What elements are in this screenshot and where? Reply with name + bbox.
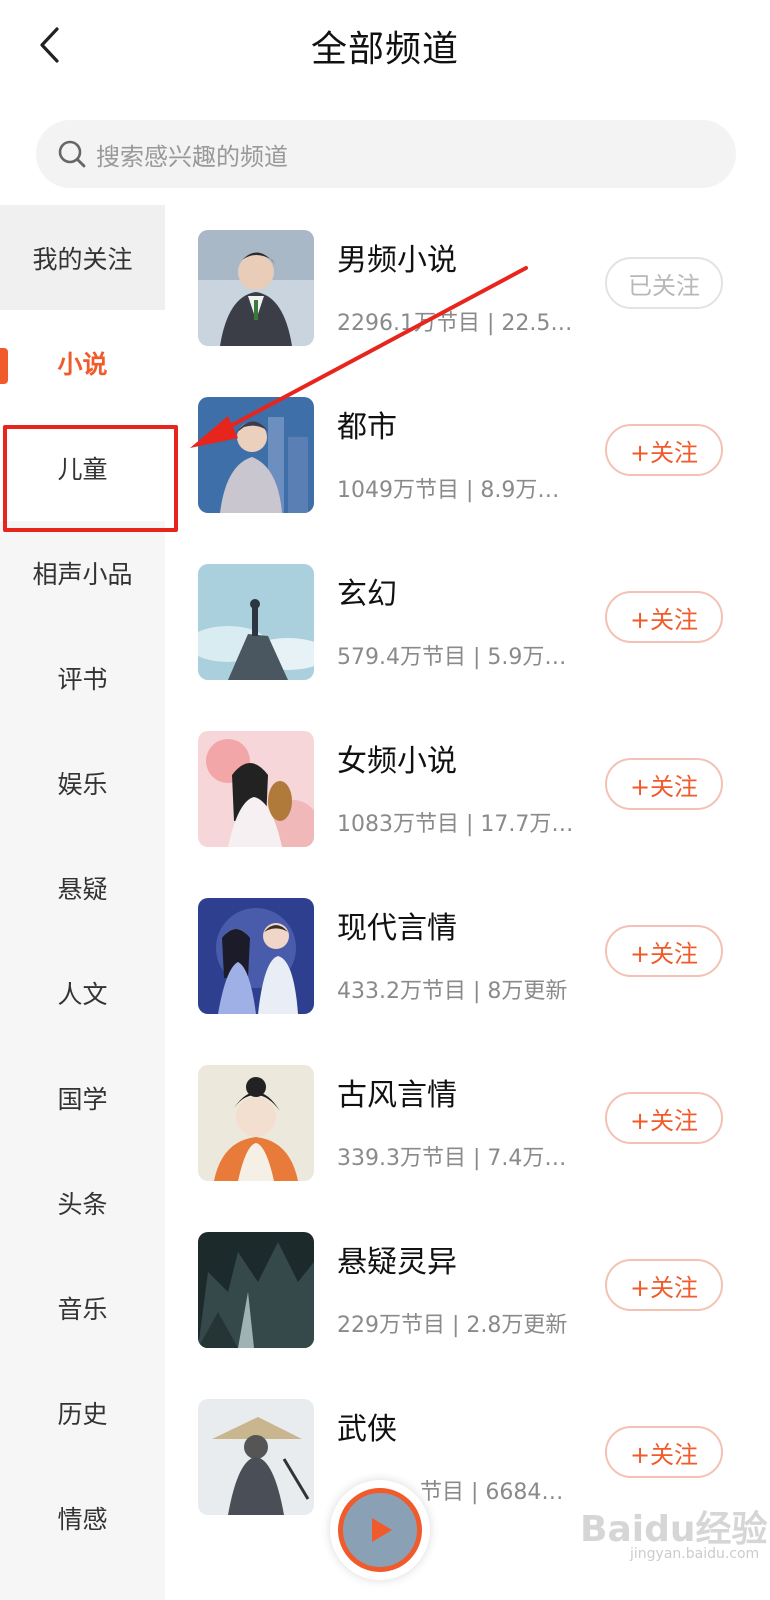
watermark-logo: Baidu经验 <box>580 1509 768 1550</box>
sidebar-item-label: 娱乐 <box>57 770 108 799</box>
sidebar-item-label: 头条 <box>57 1190 108 1219</box>
sidebar-item-label: 历史 <box>57 1400 108 1429</box>
category-sidebar: 我的关注 小说 儿童 相声小品 评书 娱乐 悬疑 人文 国学 头条 音乐 历史 … <box>0 205 165 1600</box>
channel-cover <box>198 1399 314 1515</box>
channel-row[interactable]: 现代言情 433.2万节目 | 8万更新 +关注 <box>165 873 770 1040</box>
annotation-arrow-icon <box>190 266 528 448</box>
sidebar-item-humanities[interactable]: 人文 <box>0 940 165 1046</box>
followed-button[interactable]: 已关注 <box>605 257 723 309</box>
channel-meta: 579.4万节目 | 5.9万… <box>337 645 567 670</box>
channel-row[interactable]: 玄幻 579.4万节目 | 5.9万… +关注 <box>165 539 770 706</box>
sidebar-item-label: 相声小品 <box>32 560 133 589</box>
sidebar-item-label: 评书 <box>57 665 108 694</box>
channel-row[interactable]: 古风言情 339.3万节目 | 7.4万… +关注 <box>165 1040 770 1207</box>
channel-row[interactable]: 悬疑灵异 229万节目 | 2.8万更新 +关注 <box>165 1207 770 1374</box>
sidebar-item-label: 小说 <box>57 350 108 379</box>
follow-button[interactable]: +关注 <box>605 1259 723 1311</box>
sidebar-item-crosstalk[interactable]: 相声小品 <box>0 520 165 626</box>
sidebar-item-label: 情感 <box>57 1505 108 1534</box>
channel-cover <box>198 731 314 847</box>
channel-cover <box>198 564 314 680</box>
play-icon <box>372 1518 392 1542</box>
sidebar-item-label: 我的关注 <box>32 245 133 274</box>
channel-meta: 229万节目 | 2.8万更新 <box>337 1313 568 1338</box>
channel-name: 玄幻 <box>337 577 397 612</box>
sidebar-item-label: 悬疑 <box>57 875 108 904</box>
sidebar-item-my-follow[interactable]: 我的关注 <box>0 205 165 311</box>
sidebar-item-label: 人文 <box>57 980 108 1009</box>
follow-button[interactable]: +关注 <box>605 1092 723 1144</box>
follow-button[interactable]: +关注 <box>605 424 723 476</box>
header: 全部频道 <box>0 0 770 100</box>
sidebar-item-music[interactable]: 音乐 <box>0 1255 165 1361</box>
channel-meta: 433.2万节目 | 8万更新 <box>337 979 568 1004</box>
sidebar-item-label: 音乐 <box>57 1295 108 1324</box>
search-input[interactable]: 搜索感兴趣的频道 <box>36 120 736 188</box>
follow-button[interactable]: +关注 <box>605 925 723 977</box>
annotation-highlight-box <box>3 425 178 532</box>
sidebar-item-storytelling[interactable]: 评书 <box>0 625 165 731</box>
follow-button[interactable]: +关注 <box>605 591 723 643</box>
sidebar-item-headlines[interactable]: 头条 <box>0 1150 165 1256</box>
channel-meta: 节目 | 6684… <box>420 1480 564 1505</box>
sidebar-item-sinology[interactable]: 国学 <box>0 1045 165 1151</box>
channel-meta: 1049万节目 | 8.9万… <box>337 478 560 503</box>
follow-button[interactable]: +关注 <box>605 758 723 810</box>
watermark-url: jingyan.baidu.com <box>630 1546 760 1562</box>
channel-name: 武侠 <box>337 1412 397 1447</box>
channel-cover <box>198 1065 314 1181</box>
mini-player-button[interactable] <box>330 1480 430 1580</box>
channel-name: 悬疑灵异 <box>337 1245 457 1280</box>
follow-button[interactable]: +关注 <box>605 1426 723 1478</box>
sidebar-item-suspense[interactable]: 悬疑 <box>0 835 165 941</box>
channel-meta: 339.3万节目 | 7.4万… <box>337 1146 567 1171</box>
search-icon <box>58 140 86 168</box>
sidebar-item-label: 国学 <box>57 1085 108 1114</box>
sidebar-item-history[interactable]: 历史 <box>0 1360 165 1466</box>
sidebar-item-emotion[interactable]: 情感 <box>0 1465 165 1571</box>
sidebar-item-entertainment[interactable]: 娱乐 <box>0 730 165 836</box>
channel-cover <box>198 898 314 1014</box>
channel-name: 女频小说 <box>337 744 457 779</box>
channel-name: 古风言情 <box>337 1078 457 1113</box>
channel-cover <box>198 1232 314 1348</box>
sidebar-item-novel[interactable]: 小说 <box>0 310 165 416</box>
page-title: 全部频道 <box>310 29 459 70</box>
search-placeholder: 搜索感兴趣的频道 <box>96 142 288 171</box>
mini-player-cover <box>338 1488 422 1572</box>
channel-row[interactable]: 女频小说 1083万节目 | 17.7万… +关注 <box>165 706 770 873</box>
channel-name: 现代言情 <box>337 911 457 946</box>
channel-meta: 1083万节目 | 17.7万… <box>337 812 574 837</box>
